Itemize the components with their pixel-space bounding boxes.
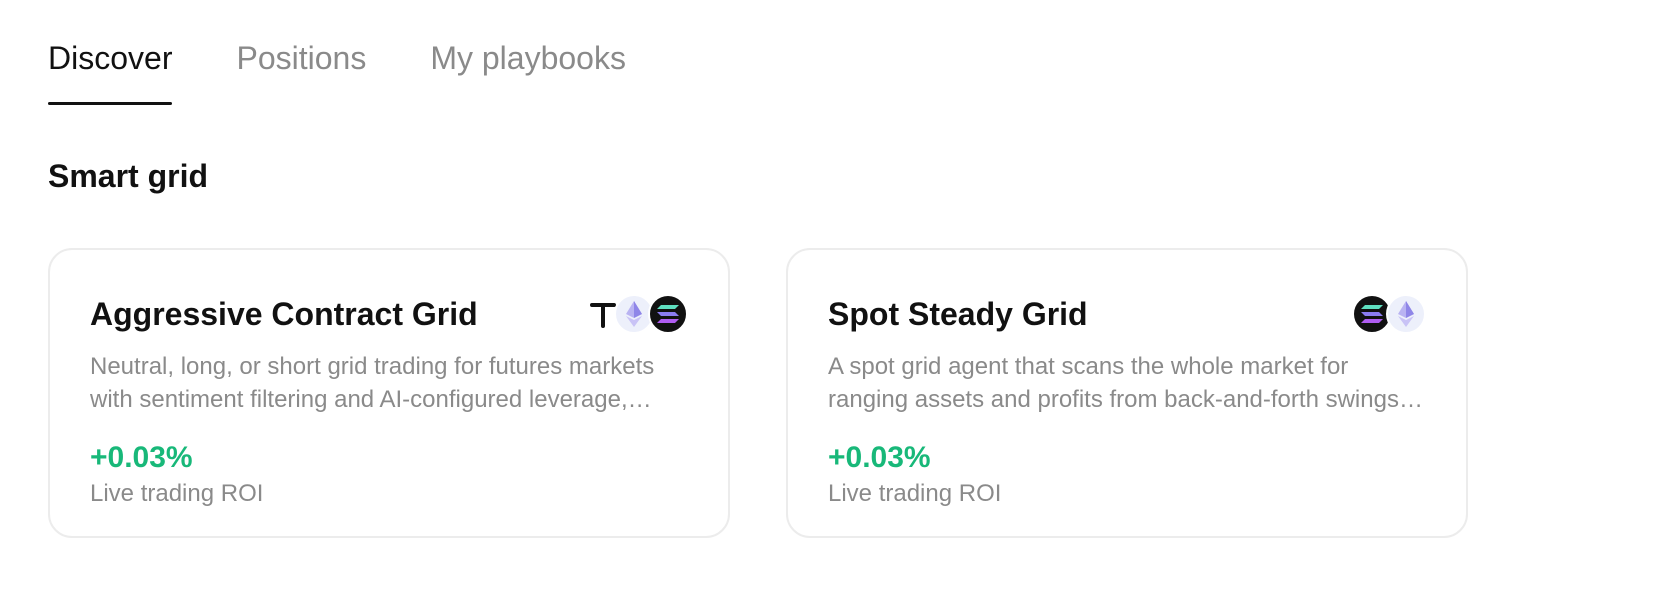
tab-positions[interactable]: Positions [236,36,366,106]
roi-value: +0.03% [90,441,193,474]
tab-bar: Discover Positions My playbooks [48,36,626,106]
tab-my-playbooks[interactable]: My playbooks [430,36,626,106]
sol-icon [648,294,688,334]
strategy-card-spot-steady-grid[interactable]: Spot Steady Grid A spot grid agent that … [786,248,1468,538]
tab-discover[interactable]: Discover [48,36,173,106]
card-title: Spot Steady Grid [828,296,1088,332]
strategy-card-aggressive-contract-grid[interactable]: Aggressive Contract Grid Neutral, long, … [48,248,730,538]
card-description: A spot grid agent that scans the whole m… [828,353,1425,413]
roi-label: Live trading ROI [828,480,1002,507]
strategy-card-list: Aggressive Contract Grid Neutral, long, … [48,248,1468,538]
coin-icon-group [588,294,688,334]
eth-icon [1386,294,1426,334]
roi-value: +0.03% [828,441,931,474]
section-title: Smart grid [48,158,209,194]
card-title: Aggressive Contract Grid [90,296,478,332]
roi-label: Live trading ROI [90,480,264,507]
card-description: Neutral, long, or short grid trading for… [90,353,655,413]
coin-icon-group [1352,294,1426,334]
